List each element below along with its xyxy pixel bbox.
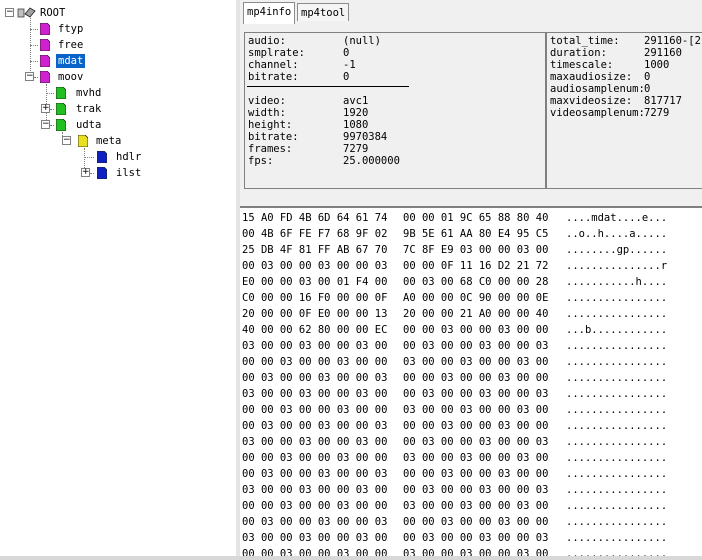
section-divider bbox=[247, 86, 409, 87]
expand-icon[interactable]: + bbox=[41, 103, 50, 113]
info-row: channel: -1 bbox=[248, 59, 356, 71]
tree-node-label: moov bbox=[58, 71, 84, 83]
tree-node-label: hdlr bbox=[116, 151, 142, 163]
info-row: maxvideosize: 817717 bbox=[550, 95, 682, 107]
hex-row: 03 00 00 03 00 00 03 00 00 03 00 00 03 00… bbox=[242, 388, 668, 400]
hex-row: 03 00 00 03 00 00 03 00 00 03 00 00 03 00… bbox=[242, 484, 668, 496]
tree-node-label-selected: mdat bbox=[56, 54, 86, 68]
tree-node-label: meta bbox=[96, 135, 122, 147]
box-file-icon bbox=[40, 23, 50, 35]
file-info-panel: total_time: 291160-[2 duration: 291160 tim… bbox=[546, 32, 702, 189]
info-row: total_time: 291160-[2 bbox=[550, 35, 701, 47]
tree-node-label: mvhd bbox=[76, 87, 102, 99]
tab-mp4info[interactable]: mp4info bbox=[243, 2, 295, 24]
hex-row: 00 00 03 00 00 03 00 00 03 00 00 03 00 00… bbox=[242, 404, 668, 416]
info-row: video: avc1 bbox=[248, 95, 369, 107]
box-file-icon bbox=[56, 103, 66, 115]
bottom-edge bbox=[0, 556, 702, 560]
info-row: height: 1080 bbox=[248, 119, 369, 131]
tree-node-mdat[interactable]: mdat bbox=[0, 54, 120, 68]
hex-row: 00 03 00 00 03 00 00 03 00 00 03 00 00 03… bbox=[242, 516, 668, 528]
tab-mp4tool[interactable]: mp4tool bbox=[297, 3, 349, 21]
hex-row: 03 00 00 03 00 00 03 00 00 03 00 00 03 00… bbox=[242, 532, 668, 544]
box-file-icon bbox=[40, 55, 50, 67]
tree-node-label: ftyp bbox=[58, 23, 84, 35]
hex-row: 00 03 00 00 03 00 00 03 00 00 0F 11 16 D2… bbox=[242, 260, 668, 272]
box-file-icon bbox=[56, 87, 66, 99]
hex-row: 00 00 03 00 00 03 00 00 03 00 00 03 00 00… bbox=[242, 356, 668, 368]
box-file-icon bbox=[56, 119, 66, 131]
info-row: maxaudiosize: 0 bbox=[550, 71, 651, 83]
stream-info-panel: audio: (null) smplrate: 0 channel: -1 bitra… bbox=[244, 32, 546, 189]
info-row: audiosamplenum: 0 bbox=[550, 83, 651, 95]
tree-node-meta[interactable]: − meta bbox=[0, 134, 160, 148]
hex-row: 00 00 03 00 00 03 00 00 03 00 00 03 00 00… bbox=[242, 452, 668, 464]
hex-row: 00 03 00 00 03 00 00 03 00 00 03 00 00 03… bbox=[242, 420, 668, 432]
tree-node-label: trak bbox=[76, 103, 102, 115]
tree-node-udta[interactable]: − udta bbox=[0, 118, 140, 132]
box-file-icon bbox=[97, 151, 107, 163]
tree-root-icon bbox=[17, 7, 36, 18]
hex-row: 15 A0 FD 4B 6D 64 61 74 00 00 01 9C 65 88… bbox=[242, 212, 668, 224]
box-file-icon bbox=[40, 39, 50, 51]
hex-row: 00 03 00 00 03 00 00 03 00 00 03 00 00 03… bbox=[242, 468, 668, 480]
info-row: duration: 291160 bbox=[550, 47, 682, 59]
collapse-icon[interactable]: − bbox=[25, 71, 34, 81]
tree-node-ftyp[interactable]: ftyp bbox=[0, 22, 120, 36]
collapse-icon[interactable]: − bbox=[5, 7, 14, 17]
info-row: frames: 7279 bbox=[248, 143, 369, 155]
hex-row: 03 00 00 03 00 00 03 00 00 03 00 00 03 00… bbox=[242, 436, 668, 448]
info-row: videosamplenum: 7279 bbox=[550, 107, 670, 119]
box-file-icon bbox=[40, 71, 50, 83]
tree-node-free[interactable]: free bbox=[0, 38, 120, 52]
tree-node-label: free bbox=[58, 39, 84, 51]
hex-row: C0 00 00 16 F0 00 00 0F A0 00 00 0C 90 00… bbox=[242, 292, 668, 304]
tree-node-label: ROOT bbox=[40, 7, 66, 19]
tree-node-mvhd[interactable]: mvhd bbox=[0, 86, 140, 100]
hex-row: 03 00 00 03 00 00 03 00 00 03 00 00 03 00… bbox=[242, 340, 668, 352]
collapse-icon[interactable]: − bbox=[41, 119, 50, 129]
expand-icon[interactable]: + bbox=[81, 167, 90, 177]
info-row: bitrate: 9970384 bbox=[248, 131, 388, 143]
hex-row: 00 4B 6F FE F7 68 9F 02 9B 5E 61 AA 80 E4… bbox=[242, 228, 668, 240]
box-tree-panel[interactable]: − ROOT ftyp free mdat − moov mvhd + trak… bbox=[0, 0, 237, 556]
box-file-icon bbox=[78, 135, 88, 147]
hex-row: 25 DB 4F 81 FF AB 67 70 7C 8F E9 03 00 00… bbox=[242, 244, 668, 256]
info-row: timescale: 1000 bbox=[550, 59, 670, 71]
info-area: audio: (null) smplrate: 0 channel: -1 bitra… bbox=[240, 24, 702, 196]
box-file-icon bbox=[97, 167, 107, 179]
hex-dump-view[interactable]: 15 A0 FD 4B 6D 64 61 74 00 00 01 9C 65 88… bbox=[240, 206, 702, 558]
tree-node-ilst[interactable]: + ilst bbox=[0, 166, 180, 180]
info-row: smplrate: 0 bbox=[248, 47, 350, 59]
tree-node-trak[interactable]: + trak bbox=[0, 102, 140, 116]
tree-node-hdlr[interactable]: hdlr bbox=[0, 150, 180, 164]
info-row: bitrate: 0 bbox=[248, 71, 350, 83]
tree-node-root[interactable]: − ROOT bbox=[0, 6, 120, 20]
tree-node-label: udta bbox=[76, 119, 102, 131]
info-row: audio: (null) bbox=[248, 35, 381, 47]
tree-node-moov[interactable]: − moov bbox=[0, 70, 120, 84]
hex-row: 00 00 03 00 00 03 00 00 03 00 00 03 00 00… bbox=[242, 500, 668, 512]
tree-node-label: ilst bbox=[116, 167, 142, 179]
info-row: width: 1920 bbox=[248, 107, 369, 119]
hex-row: 20 00 00 0F E0 00 00 13 20 00 00 21 A0 00… bbox=[242, 308, 668, 320]
info-row: fps: 25.000000 bbox=[248, 155, 400, 167]
hex-row: 40 00 00 62 80 00 00 EC 00 00 03 00 00 03… bbox=[242, 324, 668, 336]
hex-row: E0 00 00 03 00 01 F4 00 00 03 00 68 C0 00… bbox=[242, 276, 668, 288]
collapse-icon[interactable]: − bbox=[62, 135, 71, 145]
tab-bar: mp4info mp4tool bbox=[240, 0, 702, 25]
hex-row: 00 03 00 00 03 00 00 03 00 00 03 00 00 03… bbox=[242, 372, 668, 384]
